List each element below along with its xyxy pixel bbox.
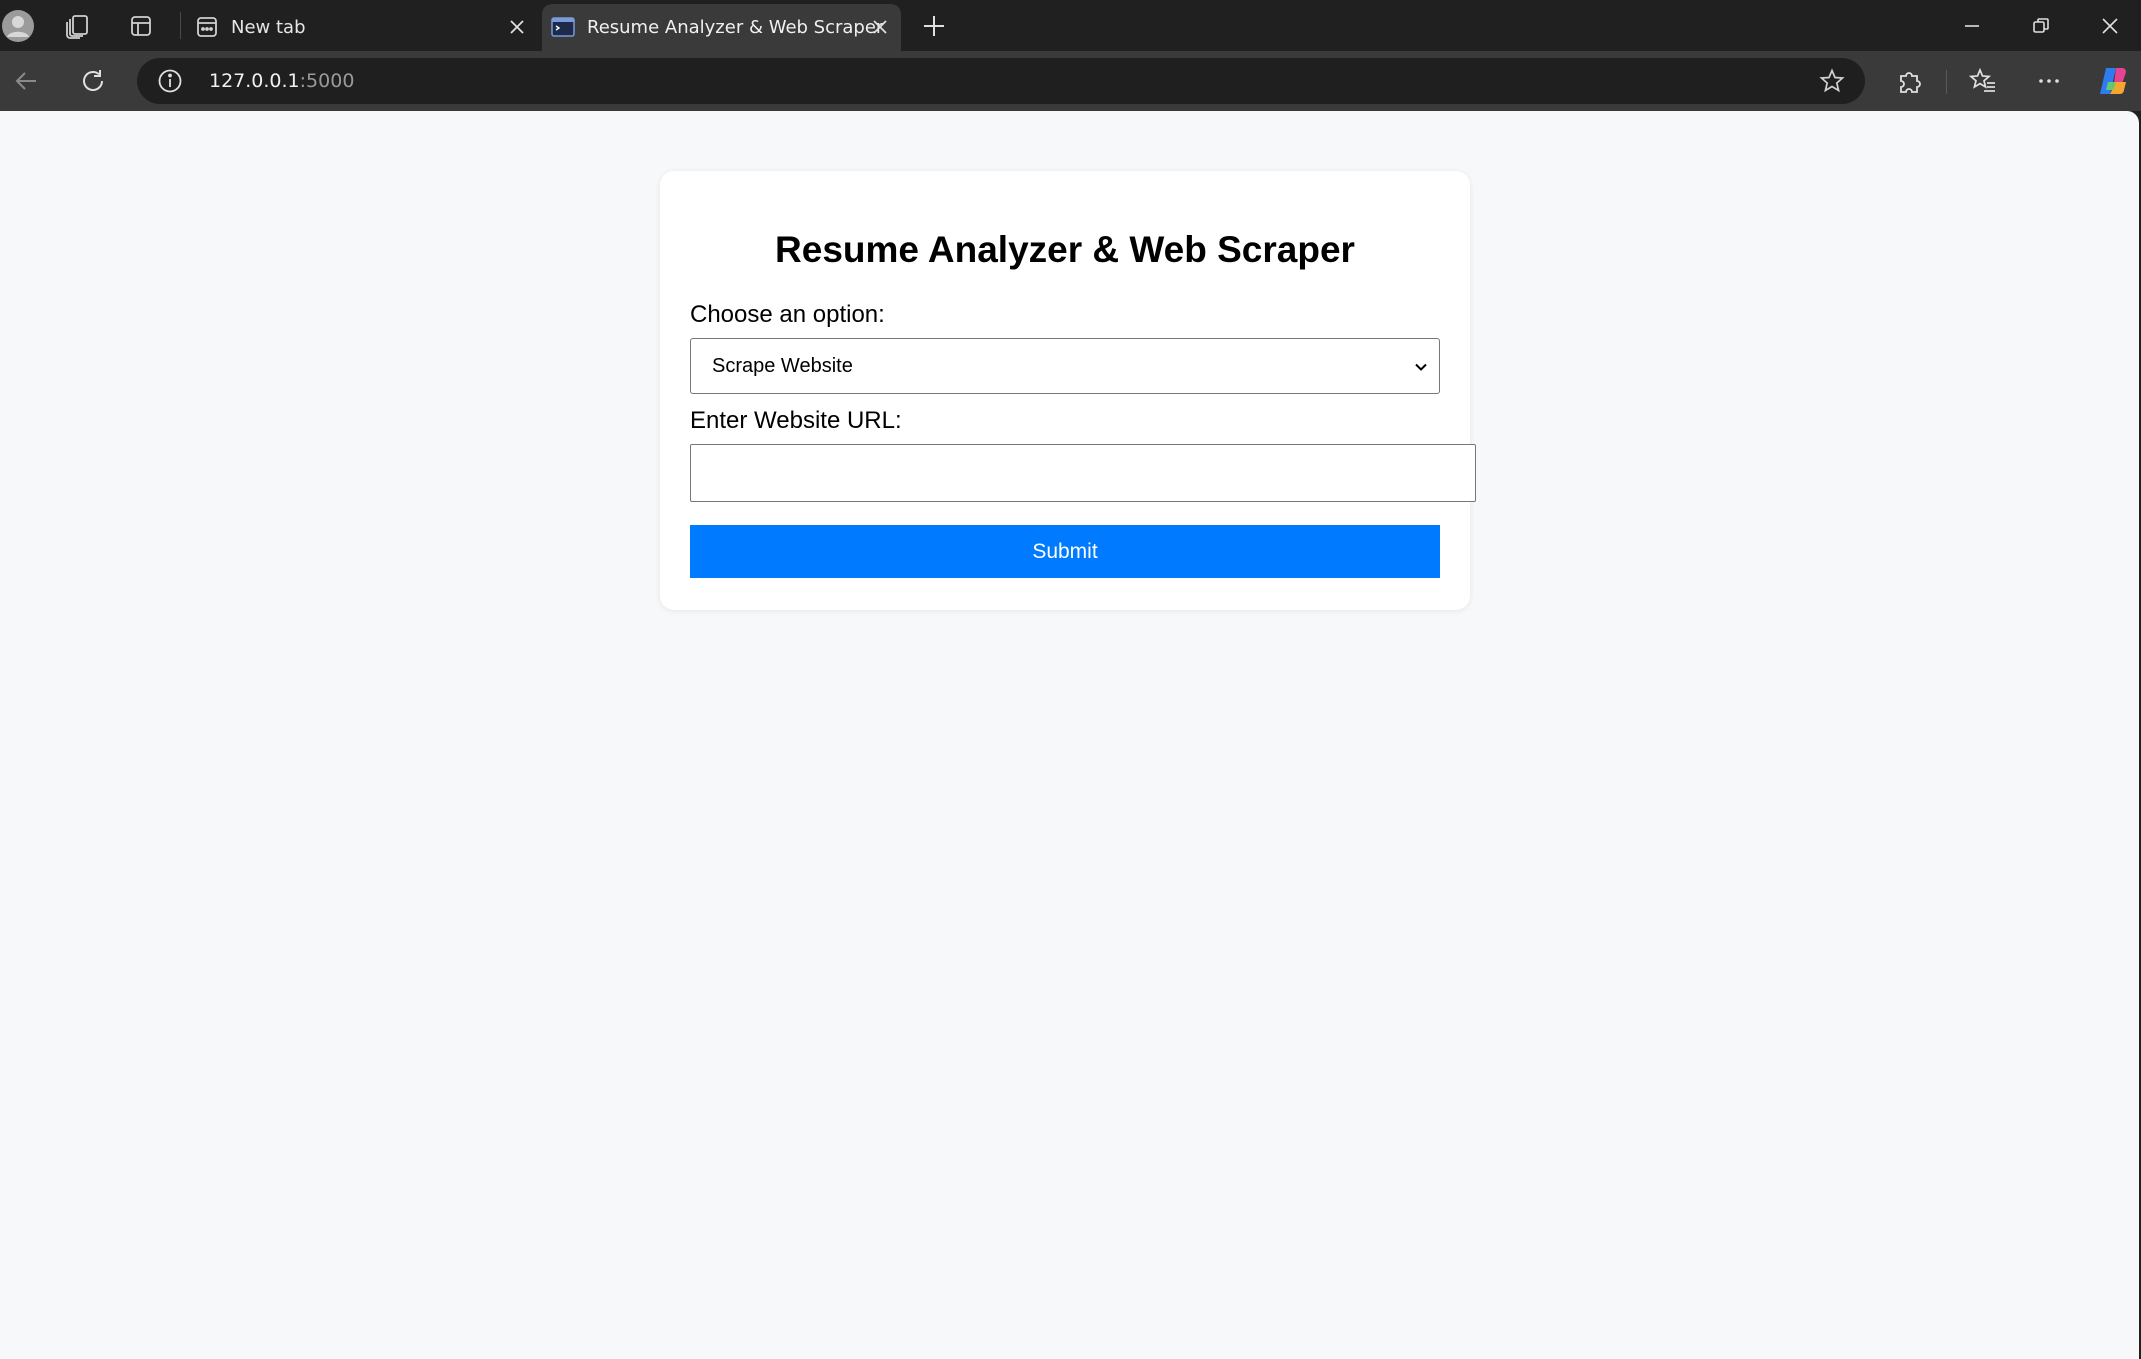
tab-resume-analyzer[interactable]: Resume Analyzer & Web Scraper	[542, 4, 901, 51]
tabstrip-divider	[180, 12, 181, 39]
puzzle-icon	[1900, 72, 1921, 93]
url-label: Enter Website URL:	[690, 407, 902, 434]
restore-icon	[2033, 17, 2049, 33]
settings-more-button[interactable]	[2027, 61, 2071, 101]
tab-new-tab[interactable]: New tab	[186, 4, 538, 51]
tab-title: New tab	[231, 17, 306, 38]
terminal-favicon-icon	[551, 17, 575, 37]
favorites-button[interactable]	[1961, 61, 2005, 101]
copilot-button[interactable]	[2091, 61, 2135, 101]
address-url: 127.0.0.1:5000	[209, 70, 354, 92]
url-port: :5000	[299, 70, 355, 92]
close-icon	[873, 20, 887, 34]
tab-strip: New tab Resume Analyzer & Web Scraper	[0, 0, 2141, 51]
option-selected-value: Scrape Website	[712, 355, 853, 377]
new-tab-button[interactable]	[914, 6, 954, 46]
address-bar[interactable]: 127.0.0.1:5000	[137, 58, 1865, 104]
copilot-icon	[2100, 68, 2126, 94]
plus-icon	[924, 16, 944, 36]
close-icon	[510, 20, 524, 34]
vertical-tabs-icon	[131, 16, 151, 36]
restore-button[interactable]	[2006, 0, 2076, 51]
browser-toolbar: 127.0.0.1:5000	[0, 51, 2141, 111]
close-window-button[interactable]	[2075, 0, 2141, 51]
profile-button[interactable]	[0, 6, 38, 46]
page-title: Resume Analyzer & Web Scraper	[775, 229, 1355, 270]
refresh-button[interactable]	[71, 61, 115, 101]
minimize-icon	[1965, 24, 1979, 27]
minimize-button[interactable]	[1937, 0, 2007, 51]
form-card: Resume Analyzer & Web Scraper Choose an …	[660, 171, 1476, 610]
vertical-tabs-button[interactable]	[121, 6, 161, 46]
chevron-down-icon	[1415, 363, 1427, 371]
toolbar-divider	[1946, 70, 1947, 94]
favorite-star-icon[interactable]	[1819, 68, 1845, 94]
refresh-icon	[83, 70, 103, 91]
tab-title: Resume Analyzer & Web Scraper	[587, 17, 884, 38]
website-url-input[interactable]	[690, 444, 1476, 502]
site-info-icon[interactable]	[157, 68, 183, 94]
submit-button[interactable]: Submit	[690, 525, 1440, 578]
page-viewport: Resume Analyzer & Web Scraper Choose an …	[0, 111, 2139, 1359]
url-host: 127.0.0.1	[209, 70, 300, 92]
option-label: Choose an option:	[690, 301, 885, 328]
workspaces-button[interactable]	[57, 6, 97, 46]
extensions-button[interactable]	[1888, 61, 1932, 101]
back-button[interactable]	[4, 61, 48, 101]
back-arrow-icon	[15, 72, 36, 90]
tab-close-button[interactable]	[504, 14, 530, 40]
more-dots-icon	[2039, 79, 2059, 83]
favorites-list-icon	[1969, 67, 1995, 92]
workspaces-icon	[66, 15, 88, 39]
option-select[interactable]: Scrape Website	[690, 338, 1440, 394]
profile-avatar-icon	[2, 10, 34, 42]
tab-close-button[interactable]	[867, 14, 893, 40]
newtab-favicon-icon	[197, 17, 217, 37]
close-icon	[2102, 17, 2118, 34]
